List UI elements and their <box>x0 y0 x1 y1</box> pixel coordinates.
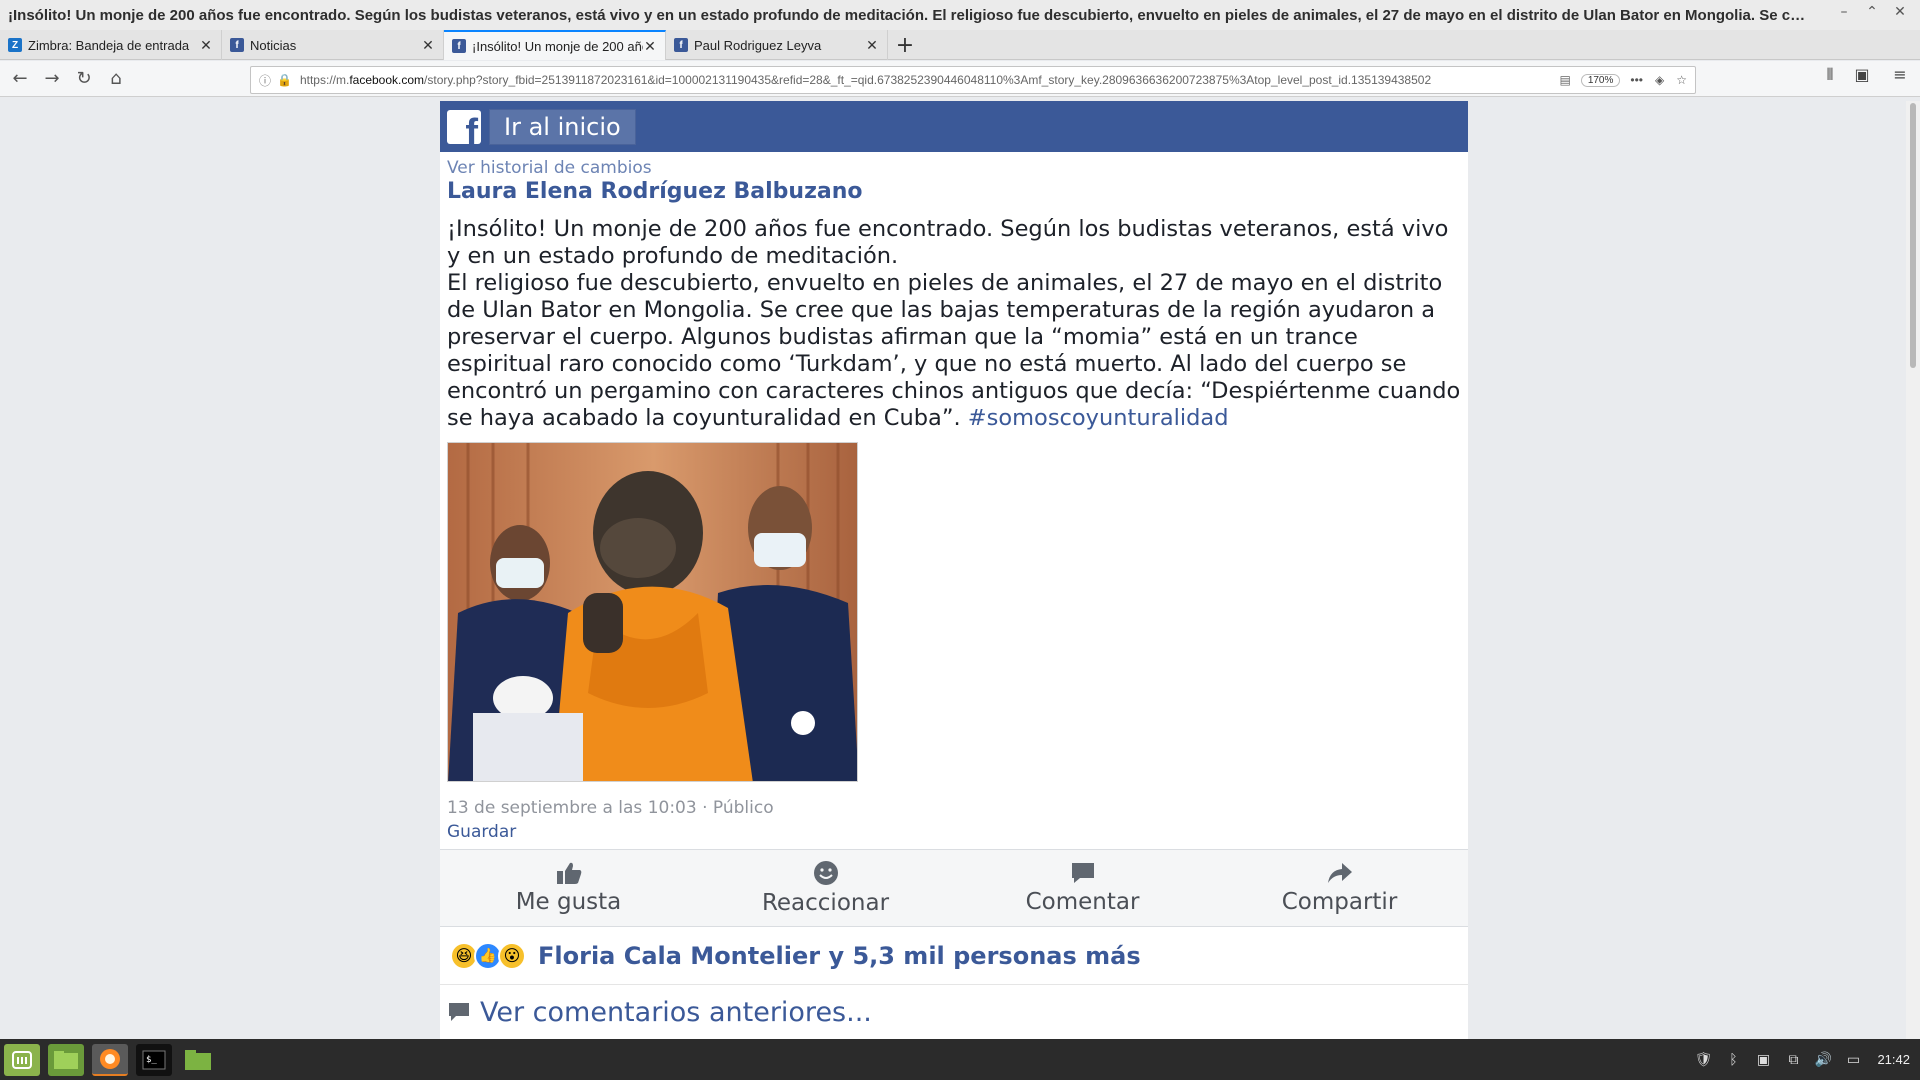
tab-zimbra[interactable]: Z Zimbra: Bandeja de entrada ✕ <box>0 30 222 60</box>
minimize-icon[interactable]: – <box>1834 4 1854 20</box>
facebook-icon: f <box>452 39 466 53</box>
tab-insolito[interactable]: f ¡Insólito! Un monje de 200 año ✕ <box>444 30 666 60</box>
window-titlebar: ¡Insólito! Un monje de 200 años fue enco… <box>0 0 1920 30</box>
clock[interactable]: 21:42 <box>1877 1052 1910 1067</box>
post-paragraph-2-text: El religioso fue descubierto, envuelto e… <box>447 270 1461 431</box>
tab-strip: Z Zimbra: Bandeja de entrada ✕ f Noticia… <box>0 30 1920 60</box>
smiley-icon <box>813 861 838 885</box>
post-paragraph-2: El religioso fue descubierto, envuelto e… <box>447 270 1461 432</box>
post: Ver historial de cambios Laura Elena Rod… <box>440 152 1468 842</box>
comment-icon <box>449 1003 469 1021</box>
edit-history-link[interactable]: Ver historial de cambios <box>447 158 1461 178</box>
like-label: Me gusta <box>515 889 622 915</box>
system-tray: 🛡 ᛒ ▣ ⧉ 🔊 ▭ 21:42 <box>1691 1039 1920 1080</box>
post-author[interactable]: Laura Elena Rodríguez Balbuzano <box>447 179 1461 204</box>
post-paragraph-1: ¡Insólito! Un monje de 200 años fue enco… <box>447 216 1449 269</box>
close-tab-icon[interactable]: ✕ <box>643 38 657 55</box>
hashtag-link[interactable]: #somoscoyunturalidad <box>968 405 1229 431</box>
navigation-toolbar: ← → ↻ ⌂ ⓘ 🔒 https://m.facebook.com/story… <box>0 61 1920 97</box>
bookmark-star-icon[interactable]: ☆ <box>1676 73 1687 87</box>
page-actions-icon[interactable]: ••• <box>1630 73 1643 87</box>
tab-paul-rodriguez[interactable]: f Paul Rodriguez Leyva ✕ <box>666 30 888 60</box>
close-window-icon[interactable]: ✕ <box>1890 4 1910 20</box>
url-domain: facebook.com <box>349 73 425 87</box>
new-tab-button[interactable]: + <box>888 30 922 60</box>
action-bar: Me gusta Reaccionar Comentar Compartir <box>440 849 1468 927</box>
show-desktop-icon[interactable] <box>48 1043 84 1076</box>
facebook-page: f Ir al inicio Ver historial de cambios … <box>440 101 1468 1039</box>
os-taskbar: $_ 🛡 ᛒ ▣ ⧉ 🔊 ▭ 21:42 <box>0 1039 1920 1080</box>
reactions-summary[interactable]: 😆 👍 😮 Floria Cala Montelier y 5,3 mil pe… <box>440 927 1468 985</box>
react-button[interactable]: Reaccionar <box>697 850 954 926</box>
scrollbar-thumb[interactable] <box>1910 103 1916 368</box>
comment-label: Comentar <box>1025 889 1140 915</box>
post-text: ¡Insólito! Un monje de 200 años fue enco… <box>447 216 1461 432</box>
tab-noticias[interactable]: f Noticias ✕ <box>222 30 444 60</box>
forward-icon[interactable]: → <box>36 65 68 93</box>
monk-photo-illustration <box>448 443 857 781</box>
pocket-icon[interactable]: ◈ <box>1655 73 1664 87</box>
post-meta: 13 de septiembre a las 10:03 · Público <box>447 798 774 818</box>
window-title: ¡Insólito! Un monje de 200 años fue enco… <box>8 6 1808 24</box>
network-icon[interactable]: ⧉ <box>1781 1048 1805 1072</box>
maximize-icon[interactable]: ⌃ <box>1862 4 1882 20</box>
wow-reaction-icon: 😮 <box>498 941 526 970</box>
react-label: Reaccionar <box>761 890 890 916</box>
zoom-indicator[interactable]: 170% <box>1580 73 1621 87</box>
reader-view-icon[interactable]: ▤ <box>1559 73 1570 87</box>
zimbra-icon: Z <box>8 38 22 52</box>
firefox-taskbar-icon[interactable] <box>92 1043 128 1076</box>
tab-label: Zimbra: Bandeja de entrada <box>28 37 190 53</box>
comment-bubble-icon <box>1071 863 1094 883</box>
battery-icon[interactable]: ▭ <box>1841 1048 1865 1072</box>
tab-label: ¡Insólito! Un monje de 200 año <box>472 38 643 54</box>
save-link[interactable]: Guardar <box>447 822 1461 842</box>
facebook-logo-icon[interactable]: f <box>447 109 481 144</box>
svg-text:$_: $_ <box>146 1055 157 1065</box>
home-icon[interactable]: ⌂ <box>100 65 132 93</box>
volume-icon[interactable]: 🔊 <box>1811 1048 1835 1072</box>
tab-label: Noticias <box>250 37 297 53</box>
back-icon[interactable]: ← <box>4 65 36 93</box>
url-bar[interactable]: ⓘ 🔒 https://m.facebook.com/story.php?sto… <box>250 66 1696 94</box>
menu-icon[interactable]: ≡ <box>1886 65 1914 84</box>
share-button[interactable]: Compartir <box>1211 850 1468 926</box>
file-manager-icon[interactable] <box>180 1044 216 1076</box>
library-icon[interactable]: ⫴ <box>1816 65 1844 85</box>
bluetooth-icon[interactable]: ᛒ <box>1721 1048 1745 1072</box>
thumbs-up-icon <box>556 862 581 884</box>
info-icon[interactable]: ⓘ <box>259 72 271 89</box>
share-arrow-icon <box>1327 863 1352 883</box>
update-manager-icon[interactable]: ▣ <box>1751 1048 1775 1072</box>
like-button[interactable]: Me gusta <box>440 850 697 926</box>
close-tab-icon[interactable]: ✕ <box>421 37 435 54</box>
mint-menu-icon[interactable] <box>4 1043 40 1076</box>
reload-icon[interactable]: ↻ <box>68 65 100 93</box>
url-prefix: https://m. <box>299 73 350 87</box>
comment-button[interactable]: Comentar <box>954 850 1211 926</box>
shield-icon[interactable]: 🛡 <box>1691 1048 1715 1072</box>
share-label: Compartir <box>1281 889 1398 915</box>
reactors-text[interactable]: Floria Cala Montelier y 5,3 mil personas… <box>538 942 1141 970</box>
url-path: /story.php?story_fbid=2513911872023161&i… <box>424 73 1432 87</box>
sidebar-icon[interactable]: ▣ <box>1848 65 1876 84</box>
page-scrollbar[interactable] <box>1906 101 1920 1039</box>
lock-icon: 🔒 <box>277 73 292 87</box>
url-text: https://m.facebook.com/story.php?story_f… <box>300 73 1560 87</box>
terminal-icon[interactable]: $_ <box>136 1043 172 1076</box>
facebook-icon: f <box>674 38 688 52</box>
tab-label: Paul Rodriguez Leyva <box>694 37 822 53</box>
close-tab-icon[interactable]: ✕ <box>865 37 879 54</box>
previous-comments-link[interactable]: Ver comentarios anteriores... <box>440 985 1468 1039</box>
close-tab-icon[interactable]: ✕ <box>199 37 213 54</box>
previous-comments-label: Ver comentarios anteriores... <box>480 996 872 1028</box>
post-photo[interactable] <box>447 442 858 782</box>
facebook-icon: f <box>230 38 244 52</box>
fb-header: f Ir al inicio <box>440 101 1468 152</box>
home-button[interactable]: Ir al inicio <box>489 108 636 145</box>
